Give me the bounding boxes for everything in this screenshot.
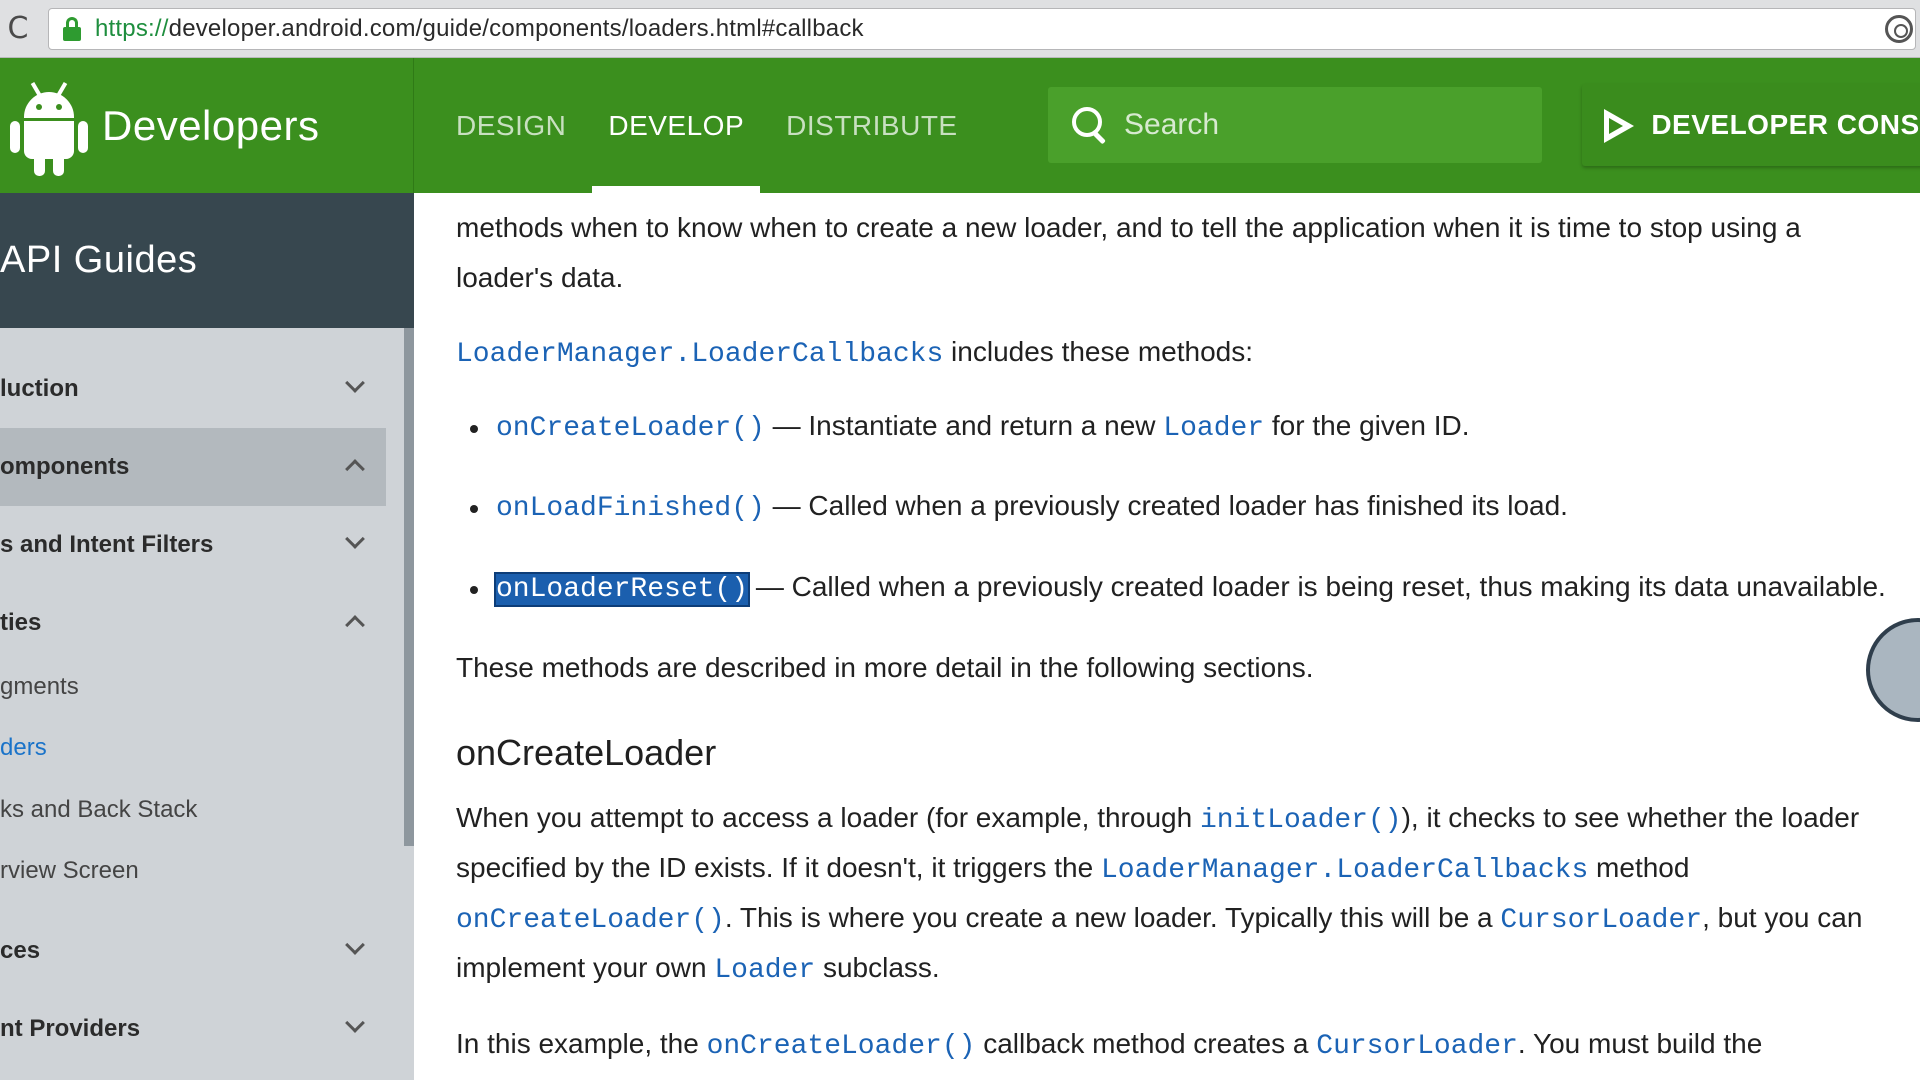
text: callback method creates a: [975, 1028, 1317, 1059]
tab-design[interactable]: DESIGN: [440, 58, 582, 193]
callbacks-intro-text: includes these methods:: [943, 336, 1254, 367]
sidebar-item-overview-screen[interactable]: rview Screen: [0, 842, 386, 900]
method-description: — Instantiate and return a new: [764, 410, 1164, 441]
cursorloader-link[interactable]: CursorLoader: [1500, 905, 1702, 936]
list-item: onLoaderReset() — Called when a previous…: [493, 562, 1886, 615]
sidebar-item-label: omponents: [0, 453, 130, 480]
sidebar: API Guides luction omponents s and Inten…: [0, 193, 414, 1080]
developer-console-label: DEVELOPER CONSO: [1651, 109, 1920, 140]
text: specified by the ID exists. If it doesn'…: [456, 852, 1101, 883]
text: ), it checks to see whether the loader: [1401, 802, 1860, 833]
text: method: [1588, 852, 1690, 883]
search-icon[interactable]: [1070, 105, 1110, 145]
sidebar-header: API Guides: [0, 193, 414, 328]
bullet: [470, 425, 478, 433]
onloadfinished-link[interactable]: onLoadFinished(): [496, 493, 765, 524]
sidebar-title[interactable]: API Guides: [0, 239, 197, 282]
android-robot-icon: [10, 76, 88, 176]
zoom-icon[interactable]: [1885, 15, 1913, 43]
chevron-up-icon[interactable]: [345, 459, 365, 479]
intro-text-cont: loader's data.: [456, 262, 624, 293]
callbacks-intro: LoaderManager.LoaderCallbacks includes t…: [456, 327, 1253, 380]
list-item: onLoadFinished() — Called when a previou…: [496, 481, 1568, 534]
address-bar[interactable]: https://developer.android.com/guide/comp…: [48, 8, 1916, 50]
method-description-end: for the given ID.: [1264, 410, 1470, 441]
text: implement your own: [456, 952, 715, 983]
sidebar-item-activities[interactable]: ties: [0, 584, 386, 662]
sidebar-item-label: gments: [0, 673, 79, 700]
sidebar-item-intents[interactable]: s and Intent Filters: [0, 506, 386, 584]
paragraph-line: implement your own Loader subclass.: [456, 943, 940, 996]
loadercallbacks-link[interactable]: LoaderManager.LoaderCallbacks: [456, 339, 943, 370]
google-play-icon: [1600, 105, 1635, 145]
chevron-down-icon[interactable]: [345, 1013, 365, 1033]
sidebar-item-label: nt Providers: [0, 1015, 141, 1042]
text: subclass.: [815, 952, 940, 983]
sidebar-item-label: luction: [0, 375, 79, 402]
sidebar-item-fragments[interactable]: gments: [0, 658, 386, 716]
lock-icon[interactable]: [61, 16, 83, 42]
text: When you attempt to access a loader (for…: [456, 802, 1200, 833]
brand-name: Developers: [102, 101, 320, 149]
main-content: methods when to know when to create a ne…: [456, 193, 1920, 1080]
loader-link[interactable]: Loader: [714, 955, 815, 986]
sidebar-item-label: s and Intent Filters: [0, 531, 214, 558]
sidebar-item-label: ks and Back Stack: [0, 796, 198, 823]
browser-toolbar: C https://developer.android.com/guide/co…: [0, 0, 1920, 58]
onloaderreset-link[interactable]: onLoaderReset(): [493, 572, 751, 607]
loadercallbacks-link[interactable]: LoaderManager.LoaderCallbacks: [1101, 855, 1588, 886]
sidebar-item-loaders[interactable]: ders: [0, 719, 386, 777]
sidebar-item-services[interactable]: ces: [0, 912, 386, 990]
reload-icon[interactable]: C: [2, 10, 34, 46]
paragraph-line: onCreateLoader(). This is where you crea…: [456, 893, 1862, 946]
chevron-up-icon[interactable]: [345, 615, 365, 635]
oncreateloader-link[interactable]: onCreateLoader(): [496, 413, 765, 444]
intro-text: methods when to know when to create a ne…: [456, 212, 1801, 243]
developer-console-button[interactable]: DEVELOPER CONSO: [1582, 84, 1920, 166]
paragraph-line: In this example, the onCreateLoader() ca…: [456, 1019, 1762, 1072]
sidebar-item-introduction[interactable]: luction: [0, 350, 386, 428]
text: . You must build the: [1517, 1028, 1763, 1059]
sidebar-item-label: ces: [0, 937, 41, 964]
paragraph-line: When you attempt to access a loader (for…: [456, 793, 1859, 846]
bullet: [470, 505, 478, 513]
url-text[interactable]: https://developer.android.com/guide/comp…: [95, 15, 864, 43]
url-scheme: https://: [95, 15, 169, 42]
url-path: developer.android.com/guide/components/l…: [168, 15, 864, 42]
text: , but you can: [1702, 902, 1863, 933]
oncreateloader-link[interactable]: onCreateLoader(): [456, 905, 725, 936]
text: In this example, the: [456, 1028, 707, 1059]
text: . This is where you create a new loader.…: [724, 902, 1501, 933]
sidebar-scrollbar-thumb[interactable]: [404, 328, 414, 846]
sidebar-item-content-providers[interactable]: nt Providers: [0, 990, 386, 1068]
cursorloader-link[interactable]: CursorLoader: [1316, 1031, 1518, 1062]
site-header: Developers DESIGN DEVELOP DISTRIBUTE DEV…: [0, 58, 1920, 193]
method-description: — Called when a previously created loade…: [748, 571, 1886, 602]
brand-logo-link[interactable]: Developers: [0, 58, 414, 193]
chevron-down-icon[interactable]: [345, 373, 365, 393]
loader-link[interactable]: Loader: [1163, 413, 1264, 444]
search-box[interactable]: [1048, 87, 1542, 163]
tab-distribute[interactable]: DISTRIBUTE: [770, 58, 973, 193]
sidebar-item-tasks-back-stack[interactable]: ks and Back Stack: [0, 781, 386, 839]
sidebar-item-app-components[interactable]: omponents: [0, 428, 386, 506]
chevron-down-icon[interactable]: [345, 529, 365, 549]
following-sections-text: These methods are described in more deta…: [456, 652, 1314, 683]
oncreateloader-link[interactable]: onCreateLoader(): [707, 1031, 976, 1062]
section-heading-oncreateloader: onCreateLoader: [456, 732, 717, 773]
sidebar-item-label: ders: [0, 734, 47, 761]
paragraph-line: specified by the ID exists. If it doesn'…: [456, 843, 1689, 896]
sidebar-item-label: rview Screen: [0, 857, 139, 884]
chevron-down-icon[interactable]: [345, 935, 365, 955]
search-input[interactable]: [1124, 100, 1524, 150]
top-nav: DESIGN DEVELOP DISTRIBUTE: [440, 58, 984, 193]
sidebar-item-label: ties: [0, 609, 42, 636]
initloader-link[interactable]: initLoader(): [1200, 805, 1402, 836]
tab-develop[interactable]: DEVELOP: [592, 58, 760, 193]
list-item: onCreateLoader() — Instantiate and retur…: [496, 401, 1470, 454]
bullet: [470, 586, 478, 594]
method-description: — Called when a previously created loade…: [764, 490, 1568, 521]
